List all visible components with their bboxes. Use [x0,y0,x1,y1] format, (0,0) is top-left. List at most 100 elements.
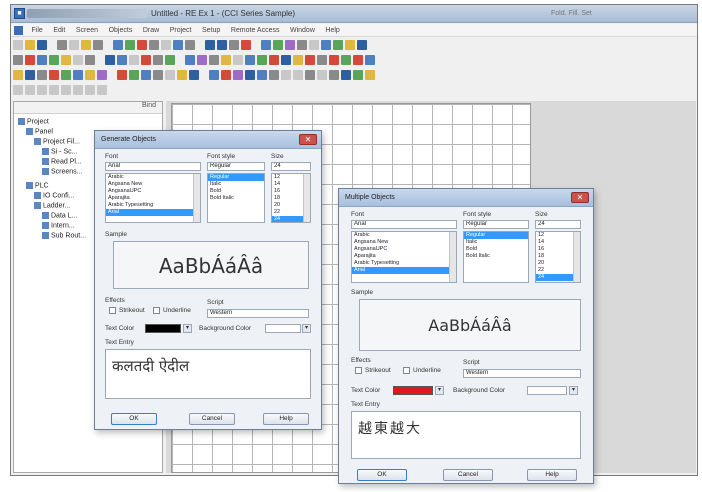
tool-icon[interactable] [37,85,47,95]
list-item[interactable]: Bold [464,246,528,253]
tree-item-panel[interactable]: Panel [26,128,53,135]
paste-icon[interactable] [81,40,91,50]
tool-icon[interactable] [73,70,83,80]
screen-icon[interactable] [113,40,123,50]
tool-icon[interactable] [209,70,219,80]
underline-checkbox[interactable] [403,367,410,374]
switch-icon[interactable] [129,55,139,65]
size-list[interactable]: 12 14 16 18 20 22 24 [271,173,311,223]
tool-icon[interactable] [245,70,255,80]
font-input[interactable]: Arial [105,162,201,171]
align-icon[interactable] [185,40,195,50]
script-select[interactable]: Western [463,369,581,378]
meter-icon[interactable] [153,55,163,65]
help-button[interactable]: Help [527,469,577,481]
list-item[interactable]: Angsana New [352,239,456,246]
delete-icon[interactable] [241,40,251,50]
close-icon[interactable]: ✕ [571,192,589,203]
tool-icon[interactable] [233,70,243,80]
tool-icon[interactable] [189,70,199,80]
tree-item-data-log[interactable]: Data L... [42,212,77,219]
chevron-down-icon[interactable]: ▾ [569,386,578,395]
tree-item-plc[interactable]: PLC [26,182,49,189]
script-select[interactable]: Western [207,309,309,318]
text-icon[interactable] [73,55,83,65]
image-icon[interactable] [85,55,95,65]
tree-item-io-config[interactable]: IO Confi... [34,192,75,199]
tree-item-screens-list[interactable]: Screens... [42,168,83,175]
tool-icon[interactable] [365,55,375,65]
tool-icon[interactable] [341,55,351,65]
pointer-icon[interactable] [13,55,23,65]
font-style-input[interactable]: Regular [207,162,265,171]
tool-icon[interactable] [13,70,23,80]
tool-icon[interactable] [13,85,23,95]
check-icon[interactable] [273,40,283,50]
tool-icon[interactable] [293,70,303,80]
tool-icon[interactable] [305,70,315,80]
ok-button[interactable]: OK [111,413,157,425]
tree-item-sub-routine[interactable]: Sub Rout... [42,232,86,239]
numeric-icon[interactable] [185,55,195,65]
list-item[interactable]: Angsana New [106,181,200,188]
bar-icon[interactable] [209,55,219,65]
text-color-swatch[interactable] [145,324,181,333]
menu-window[interactable]: Window [286,25,319,34]
print-icon[interactable] [149,40,159,50]
font-input[interactable]: Arial [351,220,457,229]
zoom-icon[interactable] [161,40,171,50]
list-item[interactable]: Arabic [106,174,200,181]
polygon-icon[interactable] [61,55,71,65]
download-icon[interactable] [125,40,135,50]
size-input[interactable]: 24 [271,162,311,171]
font-list[interactable]: Arabic Angsana New AngsanaUPC Aparajita … [105,173,201,223]
tool-icon[interactable] [293,55,303,65]
tree-item-read-plc[interactable]: Read Pl... [42,158,82,165]
tool-icon[interactable] [49,85,59,95]
tool-icon[interactable] [117,70,127,80]
rectangle-icon[interactable] [37,55,47,65]
list-item[interactable]: Italic [464,239,528,246]
button-icon[interactable] [105,55,115,65]
object-icon[interactable] [229,40,239,50]
tool-icon[interactable] [281,70,291,80]
tool-icon[interactable] [281,55,291,65]
text-color-swatch[interactable] [393,386,433,395]
tool-icon[interactable] [97,70,107,80]
tool-icon[interactable] [85,85,95,95]
tool-icon[interactable] [345,40,355,50]
tool-icon[interactable] [245,55,255,65]
tool-icon[interactable] [321,40,331,50]
font-style-input[interactable]: Regular [463,220,529,229]
ascii-icon[interactable] [197,55,207,65]
tree-item-project-files[interactable]: Project Fil... [34,138,80,145]
menu-project[interactable]: Project [166,25,196,34]
chevron-down-icon[interactable]: ▾ [302,324,311,333]
list-item[interactable]: Aparajita [352,253,456,260]
menu-screen[interactable]: Screen [72,25,102,34]
tool-icon[interactable] [297,40,307,50]
recipe-icon[interactable] [233,55,243,65]
tool-icon[interactable] [61,85,71,95]
tool-icon[interactable] [365,70,375,80]
upload-icon[interactable] [137,40,147,50]
menu-file[interactable]: File [28,25,47,34]
tool-icon[interactable] [141,70,151,80]
open-folder-icon[interactable] [25,40,35,50]
tree-item-internal[interactable]: Intern... [42,222,75,229]
list-item[interactable]: Arabic Typesetting [352,260,456,267]
tool-icon[interactable] [329,55,339,65]
menu-draw[interactable]: Draw [139,25,163,34]
line-icon[interactable] [25,55,35,65]
list-item-selected[interactable]: Regular [208,174,264,181]
list-item[interactable]: Italic [208,181,264,188]
menu-help[interactable]: Help [321,25,343,34]
list-item[interactable]: Aparajita [106,195,200,202]
list-item-selected[interactable]: Arial [106,209,200,216]
chevron-down-icon[interactable]: ▾ [183,324,192,333]
chevron-down-icon[interactable]: ▾ [435,386,444,395]
grid-icon[interactable] [173,40,183,50]
tool-icon[interactable] [129,70,139,80]
tool-icon[interactable] [309,40,319,50]
copy-icon[interactable] [69,40,79,50]
